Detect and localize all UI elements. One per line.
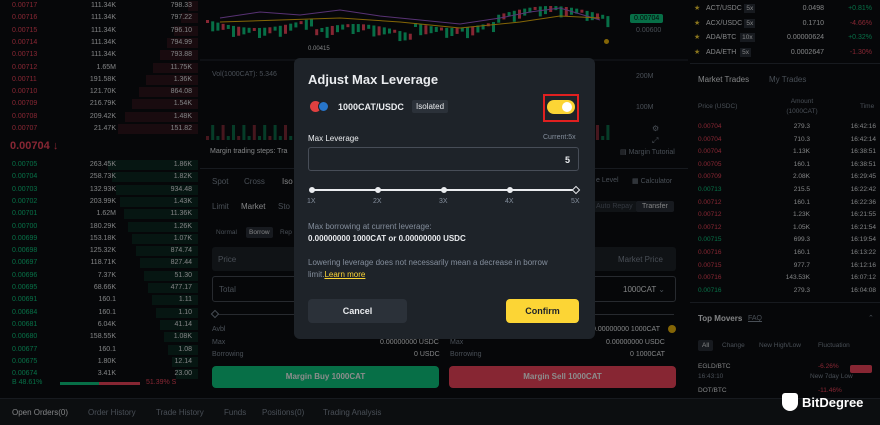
borrow-value: 0.00000000 1000CAT or 0.00000000 USDC <box>308 234 466 243</box>
borrow-label: Max borrowing at current leverage: <box>308 222 432 231</box>
slider-tick-label: 4X <box>505 198 514 205</box>
leverage-input-value: 5 <box>564 155 570 165</box>
isolated-badge: Isolated <box>412 100 449 113</box>
slider-tick-label: 2X <box>373 198 382 205</box>
slider-tick[interactable] <box>309 187 315 193</box>
pair-label: 1000CAT/USDC <box>338 102 404 112</box>
slider-tick-label: 1X <box>307 198 316 205</box>
bitdegree-watermark: BitDegree <box>782 393 863 411</box>
leverage-toggle[interactable] <box>547 100 575 114</box>
modal-title: Adjust Max Leverage <box>308 72 439 87</box>
slider-tick[interactable] <box>375 187 381 193</box>
leverage-input[interactable]: 5 <box>308 147 579 171</box>
confirm-button[interactable]: Confirm <box>506 299 579 323</box>
slider-tick-label: 3X <box>439 198 448 205</box>
bitdegree-logo-icon <box>782 393 798 411</box>
toggle-knob <box>562 102 572 112</box>
slider-tick-label: 5X <box>571 198 580 205</box>
slider-tick[interactable] <box>571 185 581 195</box>
current-leverage: Current:5x <box>543 134 576 141</box>
watermark-text: BitDegree <box>802 394 864 410</box>
usdc-coin-icon <box>318 101 329 112</box>
cancel-button[interactable]: Cancel <box>308 299 407 323</box>
adjust-leverage-modal: Adjust Max Leverage 1000CAT/USDC Isolate… <box>294 58 595 339</box>
slider-tick[interactable] <box>507 187 513 193</box>
learn-more-link[interactable]: Learn more <box>324 270 365 279</box>
max-leverage-label: Max Leverage <box>308 134 359 143</box>
leverage-slider[interactable]: 1X 2X 3X 4X 5X <box>307 185 581 209</box>
leverage-note: Lowering leverage does not necessarily m… <box>308 257 582 281</box>
slider-tick[interactable] <box>441 187 447 193</box>
